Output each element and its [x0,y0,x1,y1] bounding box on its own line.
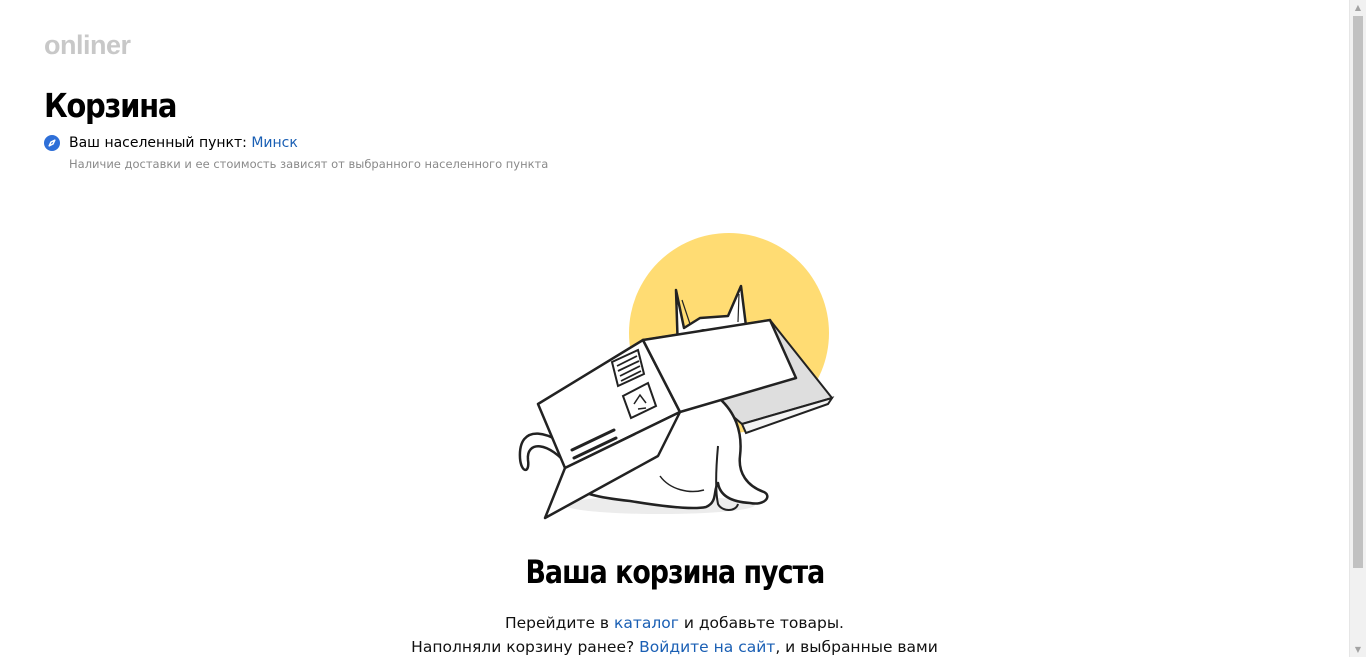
cart-page: onliner Корзина Ваш населенный пункт: Ми… [0,0,1349,657]
login-link[interactable]: Войдите на сайт [639,638,775,656]
scroll-down-arrow-icon[interactable]: ▼ [1350,642,1366,657]
cat-in-box-illustration [510,228,840,528]
page-title: Корзина [44,86,177,125]
location-line: Ваш населенный пункт: Минск [69,134,298,153]
scroll-up-arrow-icon[interactable]: ▲ [1350,0,1366,15]
location-hint: Наличие доставки и ее стоимость зависят … [69,157,549,171]
onliner-logo[interactable]: onliner [44,30,131,60]
empty-cart-hint-line2: Наполняли корзину ранее? Войдите на сайт… [411,638,938,656]
scrollbar-thumb[interactable] [1353,16,1363,568]
empty-cart-hint-line1: Перейдите в каталог и добавьте товары. [504,614,844,632]
empty-cart-title: Ваша корзина пуста [525,553,825,591]
city-link[interactable]: Минск [251,135,297,151]
location-label: Ваш населенный пункт: [69,135,252,151]
catalog-link[interactable]: каталог [614,614,679,632]
vertical-scrollbar[interactable]: ▲ ▼ [1349,0,1366,657]
compass-icon [44,135,60,151]
